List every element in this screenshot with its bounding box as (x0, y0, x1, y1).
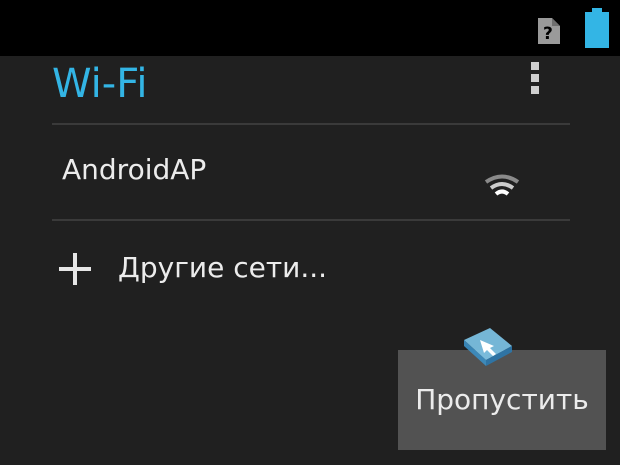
overflow-menu-icon (531, 62, 539, 70)
list-divider (52, 219, 570, 221)
overflow-menu-icon (531, 86, 539, 94)
status-bar: ? (0, 0, 620, 56)
other-networks-label: Другие сети... (118, 251, 328, 284)
overflow-menu-button[interactable] (520, 60, 550, 96)
network-name: AndroidAP (62, 153, 207, 186)
wifi-setup-screen: ? Wi-Fi AndroidAP Другие сети... Пропуст… (0, 0, 620, 465)
wifi-signal-icon (484, 174, 520, 196)
header-divider (52, 123, 570, 125)
overflow-menu-icon (531, 74, 539, 82)
svg-text:?: ? (543, 24, 553, 44)
plus-icon (59, 253, 91, 285)
battery-full-icon (585, 8, 609, 48)
network-item-androidap[interactable]: AndroidAP (52, 127, 570, 217)
logo-icon (464, 328, 512, 366)
other-networks-item[interactable]: Другие сети... (52, 222, 570, 312)
page-title: Wi-Fi (52, 61, 148, 107)
sim-unknown-icon: ? (538, 18, 560, 44)
